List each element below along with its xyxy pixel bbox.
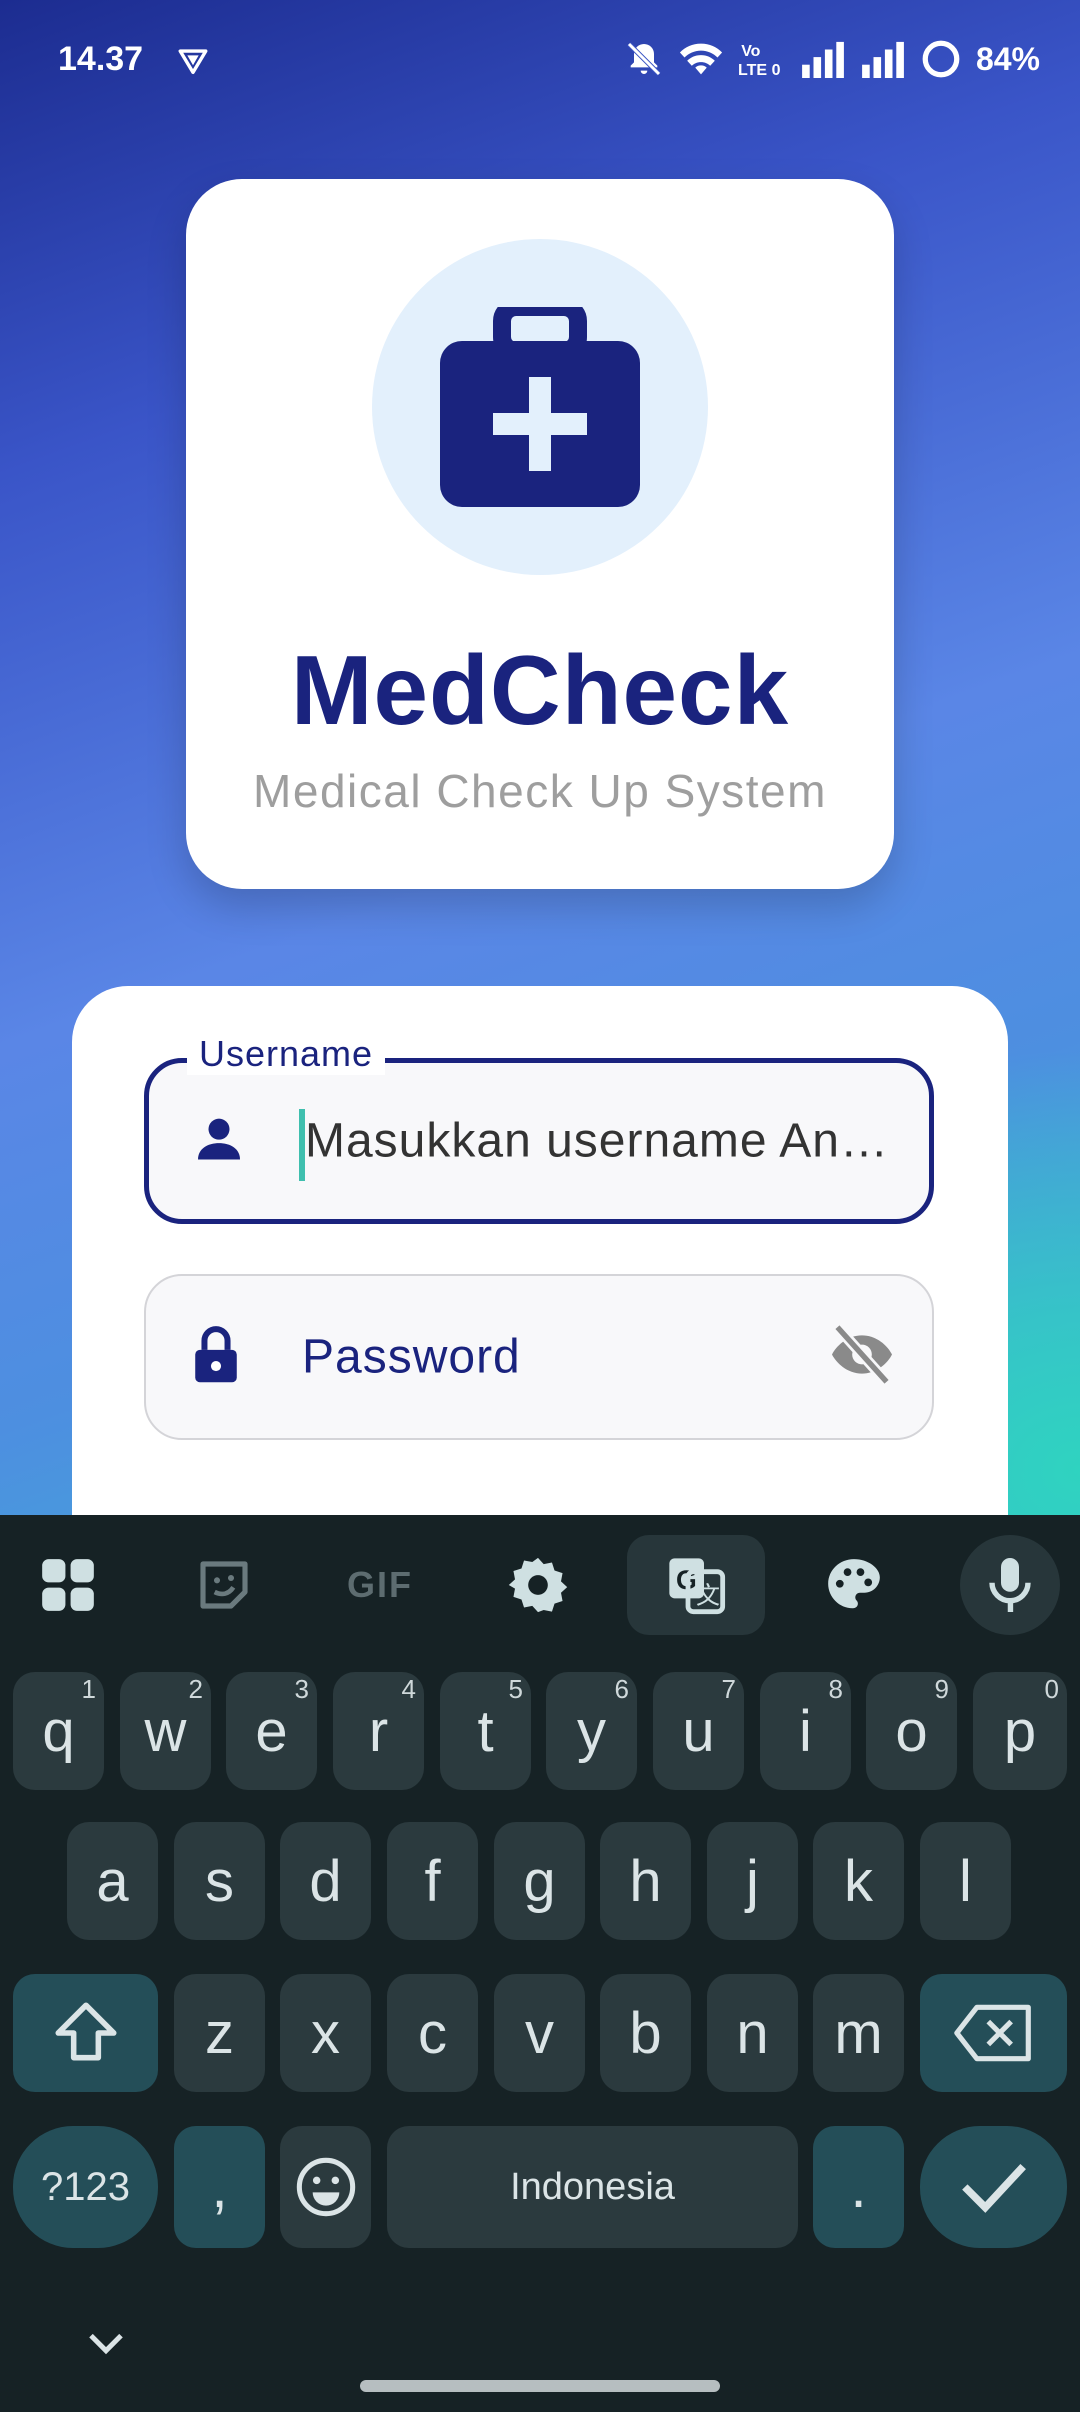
onscreen-keyboard: GIF G文 q1 w2 e3 r4 t5 y6 u7 i8 o9 p0 a s… <box>0 1515 1080 2412</box>
check-icon <box>961 2164 1026 2213</box>
wifi-icon <box>678 39 724 79</box>
key-i[interactable]: i8 <box>760 1672 851 1790</box>
shift-key[interactable] <box>13 1974 158 2092</box>
login-form-card: Username Masukkan username An… Password <box>72 986 1008 1606</box>
shift-icon <box>54 2002 117 2061</box>
app-logo-card: MedCheck Medical Check Up System <box>186 179 894 889</box>
lock-icon <box>188 1325 244 1390</box>
symbols-key[interactable]: ?123 <box>13 2126 158 2248</box>
password-input[interactable]: Password <box>302 1330 521 1385</box>
username-field[interactable]: Username Masukkan username An… <box>144 1033 934 1224</box>
backspace-icon <box>953 2004 1031 2062</box>
medical-kit-icon <box>440 307 640 507</box>
svg-text:文: 文 <box>696 1582 720 1610</box>
key-r[interactable]: r4 <box>333 1672 424 1790</box>
key-l[interactable]: l <box>920 1822 1011 1940</box>
status-icons: Vo LTE 0 84% <box>624 38 1040 80</box>
enter-key[interactable] <box>920 2126 1067 2248</box>
key-b[interactable]: b <box>600 1974 691 2092</box>
key-j[interactable]: j <box>707 1822 798 1940</box>
key-v[interactable]: v <box>494 1974 585 2092</box>
space-key[interactable]: Indonesia <box>387 2126 798 2248</box>
emoji-icon <box>296 2157 355 2217</box>
key-x[interactable]: x <box>280 1974 371 2092</box>
visibility-off-icon[interactable] <box>828 1323 896 1390</box>
key-k[interactable]: k <box>813 1822 904 1940</box>
key-q[interactable]: q1 <box>13 1672 104 1790</box>
key-z[interactable]: z <box>174 1974 265 2092</box>
key-f[interactable]: f <box>387 1822 478 1940</box>
key-n[interactable]: n <box>707 1974 798 2092</box>
signal-icon <box>800 40 846 78</box>
username-label: Username <box>187 1033 386 1075</box>
mute-icon <box>624 39 664 79</box>
key-o[interactable]: o9 <box>866 1672 957 1790</box>
gif-button[interactable]: GIF <box>330 1535 430 1635</box>
svg-text:LTE: LTE <box>738 62 767 79</box>
sticker-icon[interactable] <box>174 1535 274 1635</box>
signal-icon <box>860 40 906 78</box>
status-time: 14.37 <box>58 40 144 78</box>
microphone-icon[interactable] <box>960 1535 1060 1635</box>
emoji-key[interactable] <box>280 2126 371 2248</box>
svg-text:Vo: Vo <box>741 43 760 60</box>
volte-icon: Vo LTE 0 <box>738 39 786 79</box>
settings-icon[interactable] <box>488 1535 588 1635</box>
key-e[interactable]: e3 <box>226 1672 317 1790</box>
apps-grid-icon[interactable] <box>18 1535 118 1635</box>
key-y[interactable]: y6 <box>546 1672 637 1790</box>
key-c[interactable]: c <box>387 1974 478 2092</box>
chevron-down-icon[interactable] <box>86 2330 126 2358</box>
key-p[interactable]: p0 <box>973 1672 1067 1790</box>
keyboard-toolbar: GIF G文 <box>0 1515 1080 1649</box>
backspace-key[interactable] <box>920 1974 1067 2092</box>
key-d[interactable]: d <box>280 1822 371 1940</box>
comma-key[interactable]: , <box>174 2126 265 2248</box>
gesture-navigation-bar[interactable] <box>360 2380 720 2392</box>
person-icon <box>191 1111 247 1172</box>
app-subtitle: Medical Check Up System <box>253 765 827 817</box>
vpn-icon <box>176 44 210 83</box>
svg-text:0: 0 <box>772 62 781 79</box>
translate-icon[interactable]: G文 <box>627 1535 765 1635</box>
password-field[interactable]: Password <box>144 1274 934 1440</box>
theme-palette-icon[interactable] <box>804 1535 904 1635</box>
username-input[interactable]: Masukkan username An… <box>305 1114 889 1169</box>
key-m[interactable]: m <box>813 1974 904 2092</box>
battery-percent: 84% <box>975 40 1040 77</box>
key-w[interactable]: w2 <box>120 1672 211 1790</box>
period-key[interactable]: . <box>813 2126 904 2248</box>
key-s[interactable]: s <box>174 1822 265 1940</box>
key-a[interactable]: a <box>67 1822 158 1940</box>
key-t[interactable]: t5 <box>440 1672 531 1790</box>
battery-icon <box>920 38 962 80</box>
key-h[interactable]: h <box>600 1822 691 1940</box>
status-bar: 14.37 Vo LTE 0 84% <box>0 0 1080 120</box>
logo-circle <box>372 239 708 575</box>
app-name: MedCheck <box>290 635 790 745</box>
key-u[interactable]: u7 <box>653 1672 744 1790</box>
key-g[interactable]: g <box>494 1822 585 1940</box>
